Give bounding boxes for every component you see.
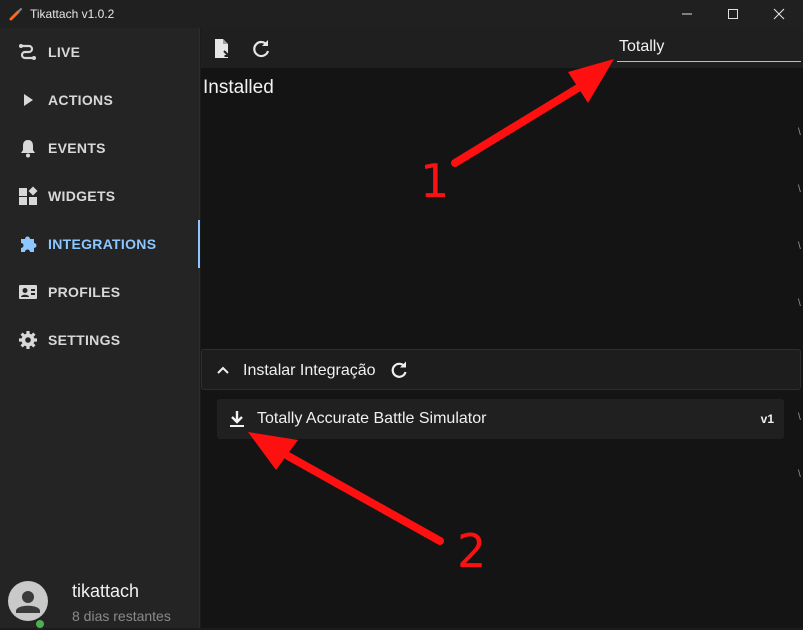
sidebar: LIVE ACTIONS EVENTS WIDGETS INTEGRATIONS bbox=[0, 28, 200, 630]
installed-heading: Installed bbox=[203, 77, 274, 98]
sidebar-item-events[interactable]: EVENTS bbox=[0, 124, 200, 172]
puzzle-icon bbox=[21, 236, 37, 252]
import-file-icon[interactable] bbox=[211, 38, 233, 60]
close-icon bbox=[773, 8, 785, 20]
sidebar-item-label: WIDGETS bbox=[48, 188, 116, 204]
window-title: Tikattach v1.0.2 bbox=[30, 7, 115, 21]
sidebar-item-live[interactable]: LIVE bbox=[0, 28, 200, 76]
widgets-icon bbox=[19, 186, 38, 205]
bell-icon bbox=[21, 140, 35, 158]
integration-list-item[interactable]: Totally Accurate Battle Simulator v1 bbox=[217, 399, 784, 439]
avatar bbox=[8, 581, 48, 621]
sidebar-item-settings[interactable]: SETTINGS bbox=[0, 316, 200, 364]
gear-icon bbox=[19, 331, 37, 349]
search-input[interactable] bbox=[617, 34, 801, 60]
play-icon bbox=[24, 94, 33, 106]
live-icon bbox=[19, 44, 36, 60]
sidebar-item-actions[interactable]: ACTIONS bbox=[0, 76, 200, 124]
username: tikattach bbox=[72, 581, 140, 601]
sidebar-item-label: SETTINGS bbox=[48, 332, 121, 348]
download-icon[interactable] bbox=[227, 409, 247, 429]
license-remaining: 8 dias restantes bbox=[72, 608, 171, 624]
maximize-icon bbox=[728, 9, 738, 19]
minimize-button[interactable] bbox=[664, 0, 710, 28]
sidebar-item-widgets[interactable]: WIDGETS bbox=[0, 172, 200, 220]
sidebar-item-label: EVENTS bbox=[48, 140, 106, 156]
sidebar-item-profiles[interactable]: PROFILES bbox=[0, 268, 200, 316]
sidebar-item-label: LIVE bbox=[48, 44, 81, 60]
refresh-icon[interactable] bbox=[250, 38, 272, 60]
main-content: Installed \ \ \ \ \ \ \ Instalar Integra… bbox=[201, 28, 803, 628]
person-icon bbox=[16, 591, 40, 613]
integration-version: v1 bbox=[760, 412, 774, 426]
profile-card-icon bbox=[19, 285, 37, 299]
sidebar-item-label: PROFILES bbox=[48, 284, 121, 300]
toolbar bbox=[201, 28, 803, 68]
user-profile[interactable]: tikattach 8 dias restantes bbox=[0, 576, 200, 630]
app-logo-icon bbox=[9, 8, 22, 21]
sidebar-item-label: INTEGRATIONS bbox=[48, 236, 157, 252]
integration-name: Totally Accurate Battle Simulator bbox=[257, 410, 487, 427]
annotation-number-2: 2 bbox=[457, 524, 487, 578]
install-integration-expander[interactable]: Instalar Integração bbox=[201, 349, 801, 390]
scroll-indicators: \ \ \ \ \ \ \ bbox=[798, 127, 801, 480]
refresh-icon[interactable] bbox=[389, 360, 409, 380]
title-bar: Tikattach v1.0.2 bbox=[0, 0, 803, 28]
close-button[interactable] bbox=[756, 0, 802, 28]
sidebar-item-integrations[interactable]: INTEGRATIONS bbox=[0, 220, 200, 268]
minimize-icon bbox=[682, 13, 692, 15]
sidebar-item-label: ACTIONS bbox=[48, 92, 114, 108]
maximize-button[interactable] bbox=[710, 0, 756, 28]
annotation-number-1: 1 bbox=[420, 154, 450, 208]
chevron-up-icon[interactable] bbox=[216, 363, 230, 377]
online-status-indicator bbox=[34, 618, 46, 630]
install-integration-label: Instalar Integração bbox=[243, 362, 376, 379]
search-field[interactable] bbox=[617, 34, 801, 62]
